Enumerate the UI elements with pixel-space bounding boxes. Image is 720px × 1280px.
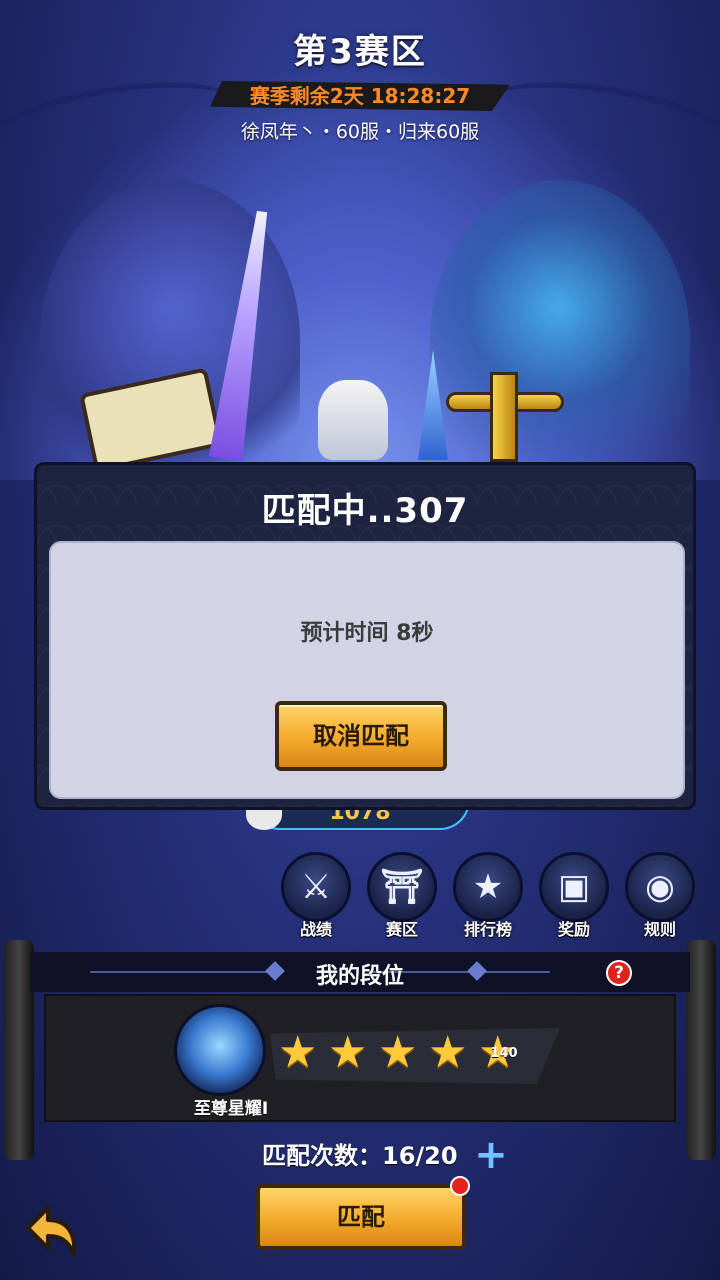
menu-label: 奖励 — [557, 920, 590, 939]
season-timer: 赛季剩余2天 18:28:27 — [210, 81, 510, 111]
cancel-match-button[interactable]: 取消匹配 — [275, 701, 447, 771]
matching-dialog: 匹配中..307 预计时间 8秒 取消匹配 — [34, 462, 696, 810]
weapon-golden-trident — [440, 372, 570, 462]
menu-label: 赛区 — [385, 920, 418, 939]
menu-label: 规则 — [643, 920, 676, 939]
menu-item-reward[interactable]: ▣ 奖励 — [536, 852, 612, 940]
menu-item-leaderboard[interactable]: ★ 排行榜 — [450, 852, 526, 940]
menu-label: 战绩 — [299, 920, 332, 939]
notification-dot — [450, 1176, 470, 1196]
weapon-mask — [318, 380, 388, 460]
leaderboard-icon: ★ — [453, 852, 523, 922]
matching-dialog-body: 预计时间 8秒 取消匹配 — [49, 541, 685, 799]
zone-title: 第3赛区 — [293, 32, 427, 72]
rules-icon: ◉ — [625, 852, 695, 922]
match-count: 匹配次数：16/20 — [262, 1142, 458, 1170]
rank-info-box: 至尊星耀Ⅰ ★ ★ ★ ★ ★ 140 — [44, 994, 676, 1122]
server-info: 徐凤年丶・60服・归来60服 — [240, 121, 480, 143]
star-icon: ★ — [428, 1027, 468, 1078]
menu-row: ⚔ 战绩 ⛩ 赛区 ★ 排行榜 ▣ 奖励 ◉ 规则 — [278, 852, 698, 942]
menu-item-zone[interactable]: ⛩ 赛区 — [364, 852, 440, 940]
menu-item-record[interactable]: ⚔ 战绩 — [278, 852, 354, 940]
help-icon[interactable]: ? — [606, 960, 632, 986]
menu-item-rules[interactable]: ◉ 规则 — [622, 852, 698, 940]
my-rank-panel: 我的段位 ? 至尊星耀Ⅰ ★ ★ ★ ★ ★ 140 — [0, 940, 720, 1160]
star-icon: ★ — [278, 1027, 318, 1078]
rank-name: 至尊星耀Ⅰ — [193, 1099, 269, 1119]
my-rank-header: 我的段位 ? — [30, 952, 690, 992]
menu-label: 排行榜 — [463, 920, 512, 939]
record-icon: ⚔ — [281, 852, 351, 922]
my-rank-title: 我的段位 — [315, 964, 404, 989]
rank-emblem-icon — [174, 1004, 266, 1096]
star-count: 140 — [490, 1046, 518, 1061]
scroll-rod-right — [686, 940, 716, 1160]
match-button[interactable]: 匹配 — [256, 1184, 466, 1250]
star-icon: ★ — [328, 1027, 368, 1078]
zone-icon: ⛩ — [367, 852, 437, 922]
header: 第3赛区 赛季剩余2天 18:28:27 徐凤年丶・60服・归来60服 — [0, 24, 720, 144]
star-icon: ★ — [378, 1027, 418, 1078]
back-arrow-icon[interactable] — [14, 1196, 84, 1266]
matching-title: 匹配中..307 — [261, 491, 469, 531]
estimated-time: 预计时间 8秒 — [300, 621, 434, 646]
reward-chest-icon: ▣ — [539, 852, 609, 922]
add-match-count-button[interactable]: + — [474, 1135, 508, 1175]
